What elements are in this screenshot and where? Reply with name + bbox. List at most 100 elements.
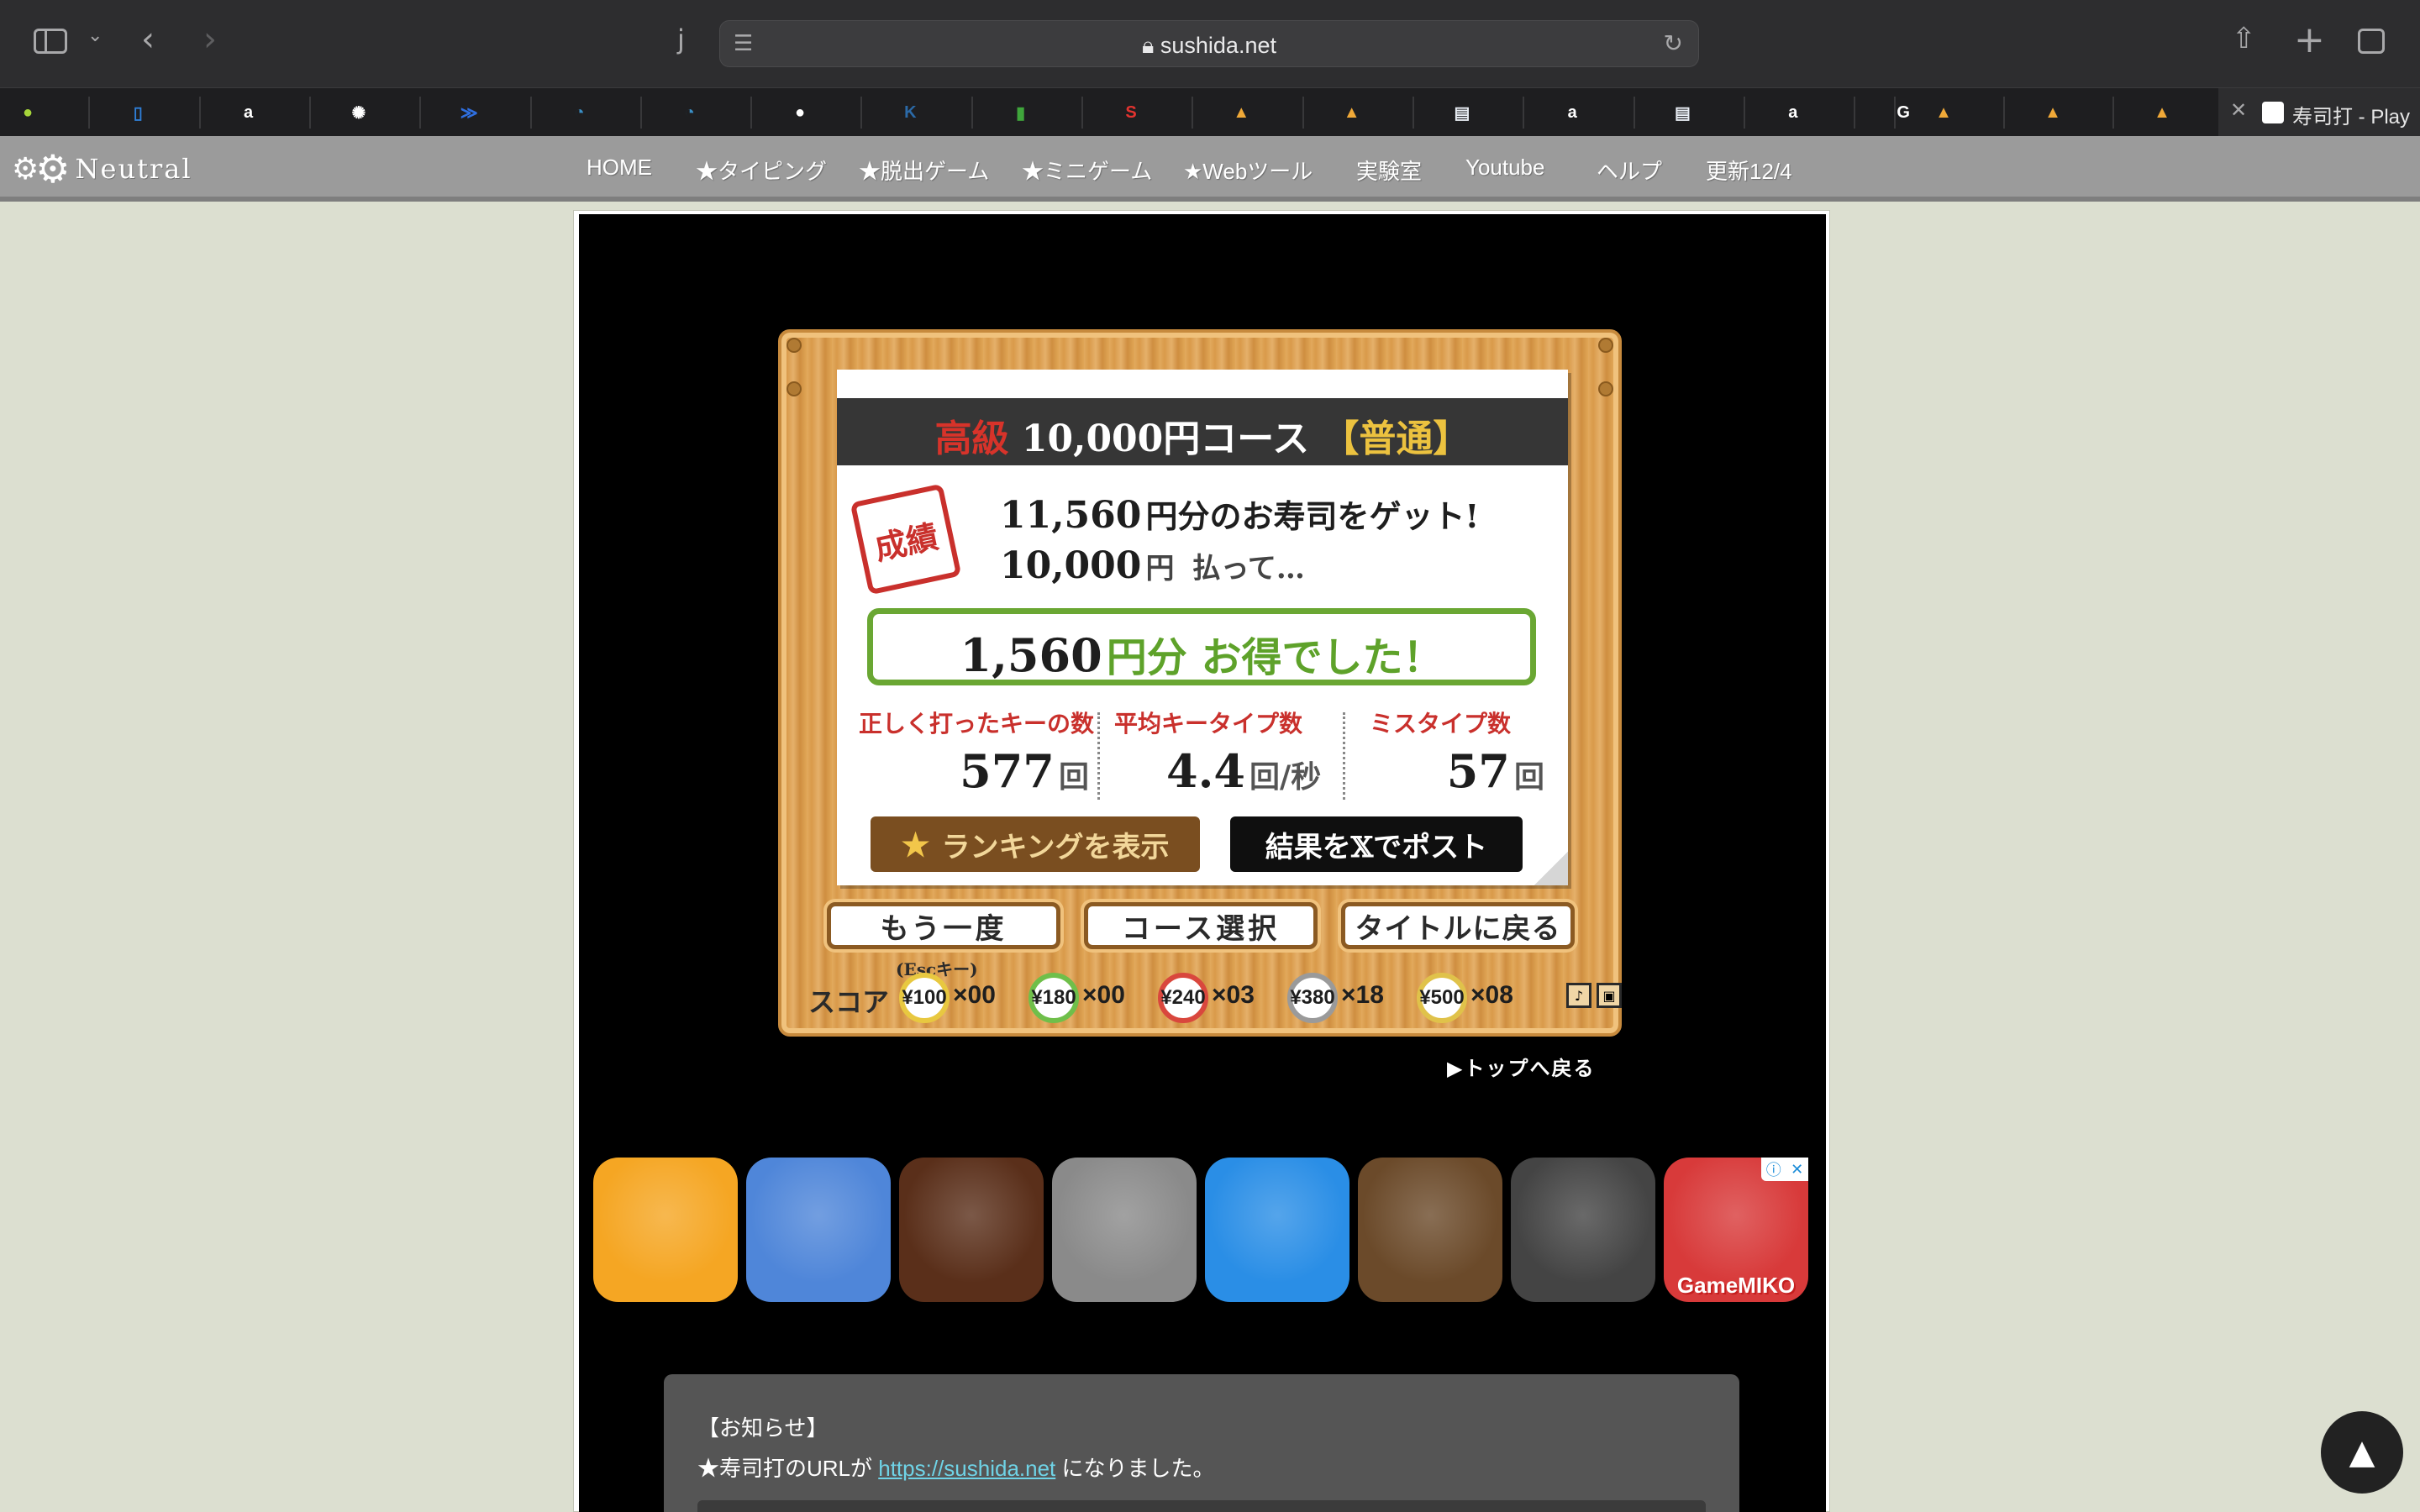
new-tab-icon[interactable]: + <box>2294 18 2325 61</box>
image-icon[interactable]: ▲ <box>1338 98 1366 127</box>
document-icon[interactable]: ▤ <box>1669 98 1697 127</box>
favorite-separator <box>971 97 973 129</box>
retry-button[interactable]: もう一度 <box>827 902 1060 949</box>
nav-typing[interactable]: ★タイピング <box>696 155 827 186</box>
openai-icon[interactable]: ✺ <box>345 98 373 127</box>
favorite-separator <box>1743 97 1745 129</box>
nav-update[interactable]: 更新12/4 <box>1706 155 1792 186</box>
favorite-separator <box>308 97 311 129</box>
nav-mini-game[interactable]: ★ミニゲーム <box>1022 155 1152 186</box>
book-icon[interactable]: ▯ <box>124 98 152 127</box>
plate-count: ×00 <box>1082 981 1125 1009</box>
stat-unit: 回 <box>1513 759 1544 795</box>
fish-icon[interactable] <box>1205 1158 1349 1302</box>
favorite-separator <box>2112 97 2114 129</box>
swirl-icon[interactable]: ◔ <box>676 98 704 127</box>
amazon-icon[interactable]: a <box>1558 98 1586 127</box>
result-paper: 高級 10,000円コース 【普通】 成績 11,560 円分のお寿司をゲット!… <box>837 370 1568 885</box>
gta-icon[interactable] <box>1052 1158 1197 1302</box>
image-icon[interactable]: ▲ <box>1227 98 1255 127</box>
nav-home[interactable]: HOME <box>587 155 652 181</box>
favorite-separator <box>1302 97 1304 129</box>
arrow-up-icon: ▲ <box>2349 1433 2375 1472</box>
nav-escape-game[interactable]: ★脱出ゲーム <box>859 155 989 186</box>
notice-link[interactable]: https://sushida.net <box>878 1456 1055 1481</box>
nav-lab[interactable]: 実験室 <box>1356 155 1422 186</box>
stat-value: 57 回 <box>1447 744 1544 798</box>
speaker-toggle-icon[interactable]: ♪ <box>1566 983 1591 1008</box>
close-icon[interactable]: ✕ <box>1791 1161 1803 1179</box>
earned-text: 円分のお寿司をゲット! <box>1145 497 1480 535</box>
document-icon[interactable]: ▤ <box>1448 98 1476 127</box>
leaf-icon[interactable]: ● <box>13 98 42 127</box>
back-icon[interactable]: ‹ <box>141 20 155 59</box>
stat-unit: 回 <box>1058 759 1089 795</box>
forward-icon[interactable]: › <box>203 20 217 59</box>
image-toggle-icon[interactable]: ▣ <box>1597 983 1622 1008</box>
ad-choices[interactable]: ⓘ ✕ <box>1761 1158 1808 1181</box>
image-icon[interactable]: ▲ <box>1929 98 1958 127</box>
tab-overview-icon[interactable] <box>2358 29 2385 54</box>
plate-count: ×00 <box>953 981 996 1009</box>
favorite-separator <box>2003 97 2005 129</box>
swirl-icon[interactable]: ◔ <box>566 98 594 127</box>
plate-count: ×03 <box>1212 981 1255 1009</box>
favorite-separator <box>860 97 863 129</box>
reload-icon[interactable]: ↻ <box>1664 29 1683 57</box>
notice-inner-panel <box>697 1500 1706 1512</box>
red-ball-icon[interactable] <box>593 1158 738 1302</box>
snake-icon[interactable] <box>746 1158 891 1302</box>
stat-unit: 回/秒 <box>1249 759 1322 795</box>
bar-chart-icon[interactable]: ▮ <box>1007 98 1035 127</box>
sidebar-toggle-icon[interactable] <box>34 29 67 54</box>
favorite-separator <box>419 97 422 129</box>
image-icon[interactable]: ▲ <box>2148 98 2176 127</box>
amazon-icon[interactable]: a <box>234 98 263 127</box>
share-icon[interactable]: ⇧ <box>2232 22 2256 55</box>
nail <box>786 338 802 353</box>
earned-line: 11,560 円分のお寿司をゲット! <box>1000 491 1479 537</box>
ranking-button[interactable]: ★ ランキングを表示 <box>871 816 1200 872</box>
k-icon[interactable]: K <box>896 98 924 127</box>
info-icon[interactable]: ⓘ <box>1766 1158 1781 1180</box>
scroll-to-top-button[interactable]: ▲ <box>2321 1411 2403 1494</box>
post-to-x-button[interactable]: 結果を𝕏でポスト <box>1230 816 1523 872</box>
active-tab-title: 寿司打 - Play <box>2292 106 2411 129</box>
fnaf-icon[interactable] <box>899 1158 1044 1302</box>
stat-divider <box>1097 712 1100 800</box>
ranking-label: ランキングを表示 <box>941 830 1170 864</box>
back-to-title-button[interactable]: タイトルに戻る <box>1341 902 1575 949</box>
granny-icon[interactable] <box>1511 1158 1655 1302</box>
nail <box>1598 381 1613 396</box>
site-logo[interactable]: ⚙ ⚙ Neutral <box>12 146 192 192</box>
minecraft-icon[interactable] <box>1358 1158 1502 1302</box>
course-select-button[interactable]: コース選択 <box>1084 902 1318 949</box>
image-icon[interactable]: ▲ <box>2039 98 2067 127</box>
nav-web-tools[interactable]: ★Webツール <box>1183 155 1313 186</box>
result-stamp: 成績 <box>850 483 962 596</box>
github-icon[interactable]: ● <box>786 98 814 127</box>
address-bar[interactable]: ☰ 🔒︎ sushida.net ↻ <box>719 20 1699 67</box>
favorite-separator <box>1412 97 1414 129</box>
favorites-bar: ● ▯ a ✺ ≫ ◔ ◔ ● K ▮ S ▲ ▲ ▤ a ▤ a G ▲ ▲ ▲ ✕ 寿司打 - Play <box>0 87 2420 137</box>
favorite-separator <box>1854 97 1856 129</box>
jira-icon[interactable]: ≫ <box>455 98 483 127</box>
active-tab[interactable]: ✕ 寿司打 - Play <box>2218 88 2420 137</box>
paper-fold <box>1534 852 1568 885</box>
nav-help[interactable]: ヘルプ <box>1597 155 1662 186</box>
chevron-down-icon[interactable]: ⌄ <box>87 25 103 46</box>
plate-price: ¥380 <box>1287 973 1338 1023</box>
reader-glyph[interactable]: j <box>677 24 685 55</box>
amazon-icon[interactable]: a <box>1779 98 1807 127</box>
notice-suffix: になりました。 <box>1061 1456 1215 1481</box>
favorite-separator <box>1633 97 1635 129</box>
url-value: sushida.net <box>1160 33 1276 58</box>
back-to-top-link[interactable]: ▶トップへ戻る <box>1447 1052 1595 1081</box>
gain-text: 円分 お得でした！ <box>1106 634 1444 681</box>
stat-number: 577 <box>960 744 1055 798</box>
nav-youtube[interactable]: Youtube <box>1465 155 1544 181</box>
shazam-icon[interactable]: S <box>1117 98 1145 127</box>
tab-favicon <box>2262 102 2284 123</box>
course-banner: 高級 10,000円コース 【普通】 <box>837 398 1568 465</box>
close-tab-icon[interactable]: ✕ <box>2230 98 2247 122</box>
